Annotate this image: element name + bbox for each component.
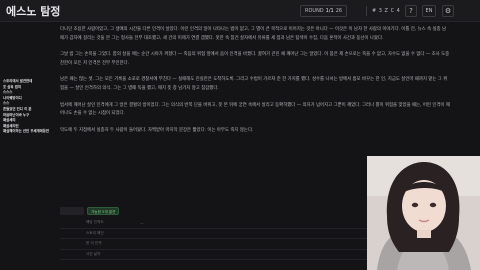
story-paragraph: 막도에 두 지점에서 실종자 두 사람이 들어왔다. 자백받아 마지막 문장은 …	[60, 127, 254, 133]
table-cell: —	[140, 220, 144, 225]
tag-row: 가능한 5개 발견	[60, 207, 120, 215]
table-row[interactable]: 한 이 인격	[60, 239, 370, 250]
table-cell: 스토리 해인	[86, 230, 104, 235]
sidebar-list: 스토리에서 발견한데 웃 살육 법칙 스스스 나이퀘방이디 스스 흔들었던 인디…	[3, 79, 49, 135]
clue-table: 해당 인격도 — 스토리 해인 한 이 인격 사건 날자	[60, 218, 370, 260]
sidebar-item[interactable]: 패실헤이하는 선인 꾸세계에등만	[3, 129, 49, 135]
app-title: 에스노 탐정	[6, 5, 61, 18]
help-icon[interactable]: ?	[405, 5, 417, 17]
table-row[interactable]: 사건 날자	[60, 250, 370, 260]
story-panel: 다니던 조용한 사람이었고, 그 생애의 시간을 다른 인격이 살았다. 이런 …	[60, 26, 450, 143]
room-code[interactable]: # 3 Z C 4	[372, 5, 400, 17]
found-badge: 가능한 5개 발견	[87, 207, 120, 215]
round-label: ROUND	[305, 8, 324, 14]
sidebar: 스토리에서 발견한데 웃 살육 법칙 스스스 나이퀘방이디 스스 흔들었던 인디…	[0, 22, 52, 270]
story-paragraph: 그날 밤 그는 손목을 그었다. 합의 살을 애는 순간 시야가 꺼졌다 — 죽…	[60, 52, 450, 66]
filter-tag[interactable]	[60, 207, 84, 215]
settings-icon[interactable]: ⚙	[442, 5, 454, 17]
divider	[366, 6, 367, 16]
webcam-overlay	[367, 156, 480, 270]
round-indicator: ROUND 1/1 26	[300, 5, 348, 17]
streamer-avatar	[367, 156, 480, 270]
table-row[interactable]: 스토리 해인	[60, 229, 370, 239]
table-row[interactable]: 해당 인격도 —	[60, 218, 370, 229]
language-button[interactable]: EN	[422, 5, 436, 17]
story-paragraph: 남은 패는 많는 셋. 그는 모든 기록을 소포로 경찰서에 부친다 — 실패해…	[60, 77, 448, 91]
table-cell: 한 이 인격	[86, 241, 102, 246]
table-cell: 사건 날자	[86, 251, 101, 256]
round-value: 1/1	[325, 8, 334, 14]
round-score: 26	[335, 8, 343, 14]
table-cell: 해당 인격도	[86, 220, 104, 225]
story-paragraph: 다니던 조용한 사람이었고, 그 생애의 시간을 다른 인격이 살았다. 이런 …	[60, 27, 447, 41]
top-bar: 에스노 탐정 ROUND 1/1 26 # 3 Z C 4 ? EN ⚙	[0, 0, 480, 22]
story-paragraph: 범서에 깨어난 살인 인격에게 그 방은 결혈의 방이었다. 그는 의식의 반쪽…	[60, 102, 450, 117]
